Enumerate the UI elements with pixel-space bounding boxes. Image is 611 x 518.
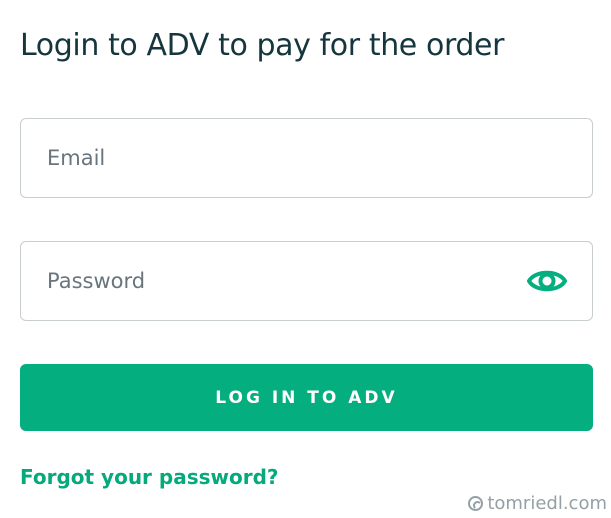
page-title: Login to ADV to pay for the order [20,28,504,63]
password-field-container [20,241,593,321]
watermark-text: tomriedl.com [487,493,607,514]
email-field-container [20,118,593,198]
forgot-password-link[interactable]: Forgot your password? [20,463,279,491]
watermark-mark-icon [468,496,484,511]
login-form: Login to ADV to pay for the order LOG IN… [20,0,593,518]
password-input[interactable] [47,242,537,320]
eye-icon[interactable] [527,264,567,298]
watermark: tomriedl.com [468,493,607,514]
login-button[interactable]: LOG IN TO ADV [20,364,593,431]
email-input[interactable] [47,119,537,197]
